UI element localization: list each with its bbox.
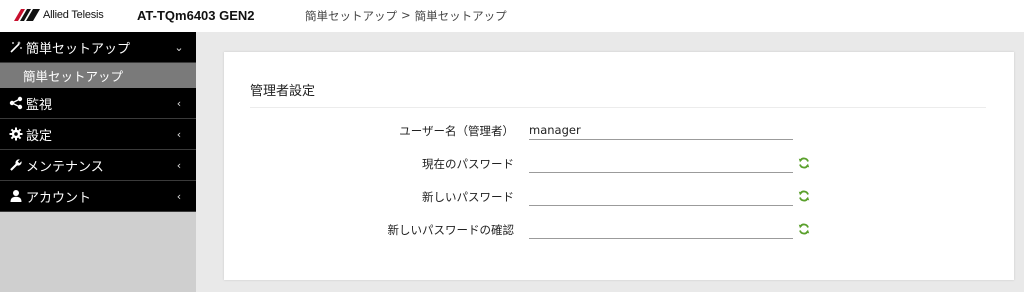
sidebar-item-label: メンテナンス [26, 159, 104, 175]
confirm-password-field[interactable] [529, 217, 793, 239]
magic-wand-icon [9, 40, 23, 54]
breadcrumb-item-current: 簡単セットアップ [414, 9, 507, 23]
sidebar-item-account[interactable]: アカウント ‹ [0, 181, 196, 212]
breadcrumb: 簡単セットアップ > 簡単セットアップ [305, 8, 507, 24]
sidebar-item-monitor[interactable]: 監視 ‹ [0, 88, 196, 119]
sidebar-subitem-easy-setup[interactable]: 簡単セットアップ [0, 63, 196, 88]
breadcrumb-item[interactable]: 簡単セットアップ [305, 8, 397, 24]
brand-name: Allied Telesis [43, 9, 104, 21]
new-password-label: 新しいパスワード [422, 190, 514, 204]
chevron-left-icon: ‹ [176, 158, 182, 172]
refresh-icon[interactable] [798, 154, 810, 169]
current-password-label: 現在のパスワード [422, 157, 514, 171]
sidebar-item-easy-setup[interactable]: 簡単セットアップ ⌄ [0, 32, 196, 63]
panel-divider [250, 107, 986, 108]
username-field[interactable] [529, 118, 793, 140]
chevron-left-icon: ‹ [176, 189, 182, 203]
chevron-down-icon: ⌄ [174, 40, 184, 54]
panel-title: 管理者設定 [250, 84, 316, 99]
admin-settings-panel: 管理者設定 ユーザー名（管理者） 現在のパスワード 新しいパスワード 新しいパス… [224, 52, 1014, 280]
form-row-confirm-password: 新しいパスワードの確認 [224, 217, 1014, 243]
user-icon [9, 189, 23, 203]
form-row-new-password: 新しいパスワード [224, 184, 1014, 210]
chevron-left-icon: ‹ [176, 96, 182, 110]
refresh-icon[interactable] [798, 220, 810, 235]
new-password-field[interactable] [529, 184, 793, 206]
share-icon [9, 96, 23, 110]
allied-telesis-logo-icon [14, 9, 40, 21]
wrench-icon [9, 158, 23, 172]
sidebar: 簡単セットアップ ⌄ 簡単セットアップ 監視 ‹ 設定 ‹ メンテナンス ‹ ア… [0, 32, 196, 292]
sidebar-item-label: アカウント [26, 190, 92, 206]
sidebar-item-label: 簡単セットアップ [26, 41, 131, 57]
sidebar-item-label: 設定 [26, 128, 53, 144]
brand-logo: Allied Telesis [14, 9, 104, 21]
gear-icon [9, 127, 23, 141]
form-row-current-password: 現在のパスワード [224, 151, 1014, 177]
form-row-username: ユーザー名（管理者） [224, 118, 1014, 144]
username-label: ユーザー名（管理者） [399, 124, 514, 138]
device-model: AT-TQm6403 GEN2 [137, 8, 255, 23]
current-password-field[interactable] [529, 151, 793, 173]
breadcrumb-separator: > [401, 8, 411, 22]
sidebar-item-label: 監視 [26, 97, 53, 113]
sidebar-nav: 簡単セットアップ ⌄ 簡単セットアップ 監視 ‹ 設定 ‹ メンテナンス ‹ ア… [0, 32, 196, 212]
sidebar-item-maintenance[interactable]: メンテナンス ‹ [0, 150, 196, 181]
refresh-icon[interactable] [798, 187, 810, 202]
sidebar-item-settings[interactable]: 設定 ‹ [0, 119, 196, 150]
chevron-left-icon: ‹ [176, 127, 182, 141]
top-header: Allied Telesis AT-TQm6403 GEN2 簡単セットアップ … [0, 0, 1024, 32]
confirm-password-label: 新しいパスワードの確認 [387, 223, 515, 237]
